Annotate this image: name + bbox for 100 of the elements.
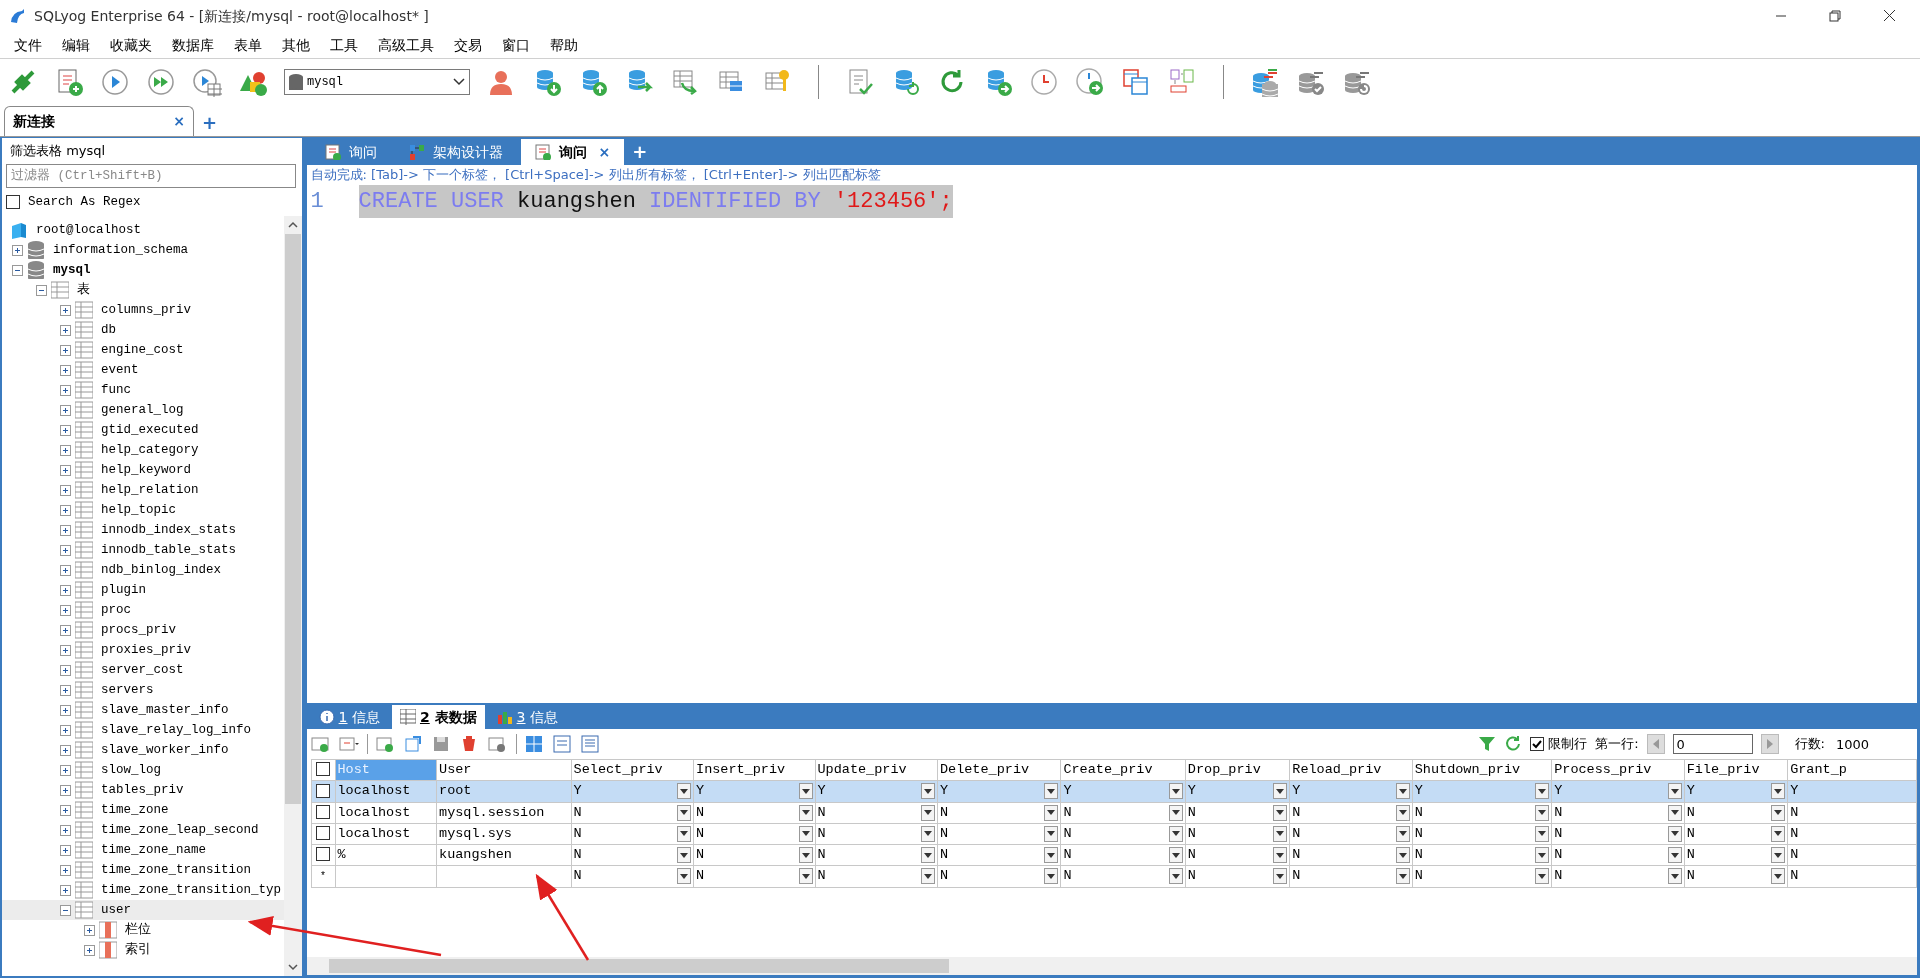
query-tab[interactable]: 询问 ×: [520, 139, 625, 165]
expand-icon[interactable]: [60, 644, 71, 656]
dropdown-button[interactable]: [1771, 783, 1786, 800]
table-row[interactable]: localhost mysql.sys N N N N N N N N N N N: [311, 823, 1917, 845]
close-button[interactable]: ×: [598, 141, 611, 163]
collapse-icon[interactable]: [12, 264, 23, 276]
column-header[interactable]: File_priv: [1684, 759, 1788, 781]
tree-item[interactable]: 栏位: [2, 920, 284, 940]
database-sync-icon[interactable]: [1250, 66, 1280, 97]
tree-item[interactable]: gtid_executed: [2, 420, 284, 440]
dropdown-button[interactable]: [1044, 847, 1059, 864]
connection-tab[interactable]: 新连接 ×: [4, 106, 194, 136]
dropdown-button[interactable]: [1667, 868, 1682, 885]
dropdown-button[interactable]: [1273, 783, 1288, 800]
expand-icon[interactable]: [60, 304, 71, 316]
dropdown-button[interactable]: [1273, 868, 1288, 885]
dropdown-button[interactable]: [1168, 783, 1183, 800]
dropdown-button[interactable]: [1771, 804, 1786, 821]
table-row[interactable]: % kuangshen N N N N N N N N N N N: [311, 844, 1917, 866]
expand-icon[interactable]: [60, 384, 71, 396]
checkbox[interactable]: [316, 847, 331, 862]
row-add-icon[interactable]: [310, 735, 331, 753]
refresh-icon[interactable]: [1504, 735, 1523, 753]
collapse-icon[interactable]: [36, 284, 47, 296]
dropdown-button[interactable]: [920, 804, 935, 821]
checkbox[interactable]: [316, 783, 331, 798]
expand-icon[interactable]: [60, 744, 71, 756]
tree-item[interactable]: 表: [2, 280, 284, 300]
expand-icon[interactable]: [60, 544, 71, 556]
tree-item[interactable]: event: [2, 360, 284, 380]
menu-item[interactable]: 编辑: [52, 34, 100, 56]
menu-item[interactable]: 工具: [320, 34, 368, 56]
filter-icon[interactable]: [1478, 735, 1497, 753]
dropdown-button[interactable]: [1535, 847, 1550, 864]
dropdown-button[interactable]: [1168, 804, 1183, 821]
tree-item[interactable]: help_relation: [2, 480, 284, 500]
menu-item[interactable]: 交易: [444, 34, 492, 56]
dropdown-button[interactable]: [1168, 868, 1183, 885]
expand-icon[interactable]: [60, 844, 71, 856]
expand-icon[interactable]: [60, 764, 71, 776]
windows-icon[interactable]: [1121, 66, 1151, 97]
expand-icon[interactable]: [84, 944, 95, 956]
expand-icon[interactable]: [12, 244, 23, 256]
expand-icon[interactable]: [60, 504, 71, 516]
tree-item[interactable]: db: [2, 320, 284, 340]
scrollbar[interactable]: [283, 216, 302, 976]
expand-icon[interactable]: [60, 604, 71, 616]
expand-icon[interactable]: [60, 824, 71, 836]
result-tab[interactable]: 1 信息: [310, 705, 388, 729]
new-tab-button[interactable]: +: [202, 114, 218, 136]
column-header[interactable]: Process_priv: [1551, 759, 1685, 781]
scrollbar[interactable]: [306, 957, 1917, 975]
tree-item[interactable]: ndb_binlog_index: [2, 560, 284, 580]
menu-item[interactable]: 收藏夹: [100, 34, 162, 56]
database-select[interactable]: mysql: [284, 68, 470, 95]
expand-icon[interactable]: [84, 924, 95, 936]
dropdown-button[interactable]: [798, 868, 813, 885]
checkbox[interactable]: [316, 826, 331, 841]
tree-item[interactable]: slave_master_info: [2, 700, 284, 720]
dropdown-button[interactable]: [1395, 804, 1410, 821]
expand-icon[interactable]: [60, 404, 71, 416]
dropdown-button[interactable]: [1044, 804, 1059, 821]
expand-icon[interactable]: [60, 864, 71, 876]
tree-item[interactable]: proc: [2, 600, 284, 620]
tree-item[interactable]: innodb_index_stats: [2, 520, 284, 540]
menu-item[interactable]: 表单: [224, 34, 272, 56]
tree-item[interactable]: mysql: [2, 260, 284, 280]
collapse-icon[interactable]: [60, 904, 71, 916]
tree-item[interactable]: columns_priv: [2, 300, 284, 320]
column-header[interactable]: Select_priv: [571, 759, 694, 781]
row-copy-icon[interactable]: [375, 735, 396, 753]
expand-icon[interactable]: [60, 564, 71, 576]
table-row[interactable]: * N N N N N N N N N N N: [311, 865, 1917, 887]
expand-icon[interactable]: [60, 444, 71, 456]
dropdown-button[interactable]: [1273, 825, 1288, 842]
dropdown-button[interactable]: [1535, 783, 1550, 800]
dropdown-button[interactable]: [1771, 868, 1786, 885]
dropdown-button[interactable]: [1168, 847, 1183, 864]
dropdown-button[interactable]: [1273, 804, 1288, 821]
checkbox[interactable]: [6, 195, 20, 209]
clock-icon[interactable]: [1029, 66, 1059, 97]
row-remove-icon[interactable]: [487, 735, 508, 753]
dropdown-button[interactable]: [1273, 847, 1288, 864]
column-header[interactable]: Delete_priv: [937, 759, 1061, 781]
expand-icon[interactable]: [60, 624, 71, 636]
menu-item[interactable]: 帮助: [540, 34, 588, 56]
dropdown-button[interactable]: [798, 847, 813, 864]
tree-item[interactable]: procs_priv: [2, 620, 284, 640]
dropdown-button[interactable]: [1395, 825, 1410, 842]
dropdown-button[interactable]: [1535, 825, 1550, 842]
tree-item[interactable]: time_zone_transition_typ: [2, 880, 284, 900]
dropdown-button[interactable]: [677, 847, 692, 864]
tree-item[interactable]: plugin: [2, 580, 284, 600]
result-tab[interactable]: 2 表数据: [391, 705, 485, 729]
checkbox[interactable]: [1530, 737, 1545, 751]
first-row-field[interactable]: 0: [1672, 734, 1753, 754]
expand-icon[interactable]: [60, 584, 71, 596]
expand-icon[interactable]: [60, 664, 71, 676]
menu-item[interactable]: 高级工具: [368, 34, 444, 56]
dropdown-button[interactable]: [1395, 868, 1410, 885]
